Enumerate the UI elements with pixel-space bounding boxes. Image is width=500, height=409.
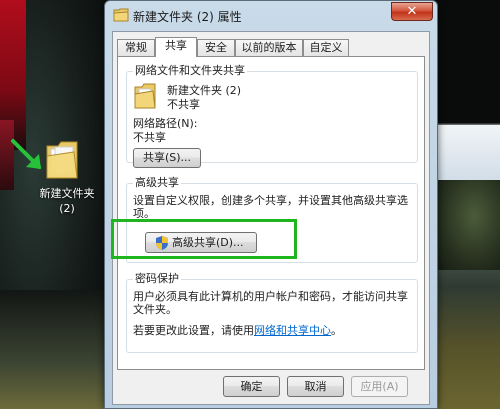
desktop-folder-suffix: (2) <box>59 202 75 215</box>
wallpaper-tree <box>436 180 500 270</box>
password-protection-group: 密码保护 用户必须具有此计算机的用户帐户和密码，才能访问共享 文件夹。 若要更改… <box>126 272 418 353</box>
green-arrow-icon <box>11 139 41 169</box>
close-button[interactable]: ✕ <box>391 2 433 21</box>
apply-button[interactable]: 应用(A) <box>351 376 408 397</box>
tab-security[interactable]: 安全 <box>197 39 235 56</box>
network-sharing-group: 网络文件和文件夹共享 新建文件夹 (2) 不共享 网络路径(N): 不共享 共享… <box>126 64 418 168</box>
network-path-label: 网络路径(N): <box>133 117 198 130</box>
tab-previous-versions[interactable]: 以前的版本 <box>235 39 303 56</box>
title-bar[interactable]: 新建文件夹 (2) 属性 ✕ <box>105 1 437 29</box>
advanced-sharing-title: 高级共享 <box>133 176 181 190</box>
properties-dialog: 新建文件夹 (2) 属性 ✕ 常规 共享 安全 以前的版本 自定义 网络文件和文… <box>104 0 438 409</box>
network-path-value: 不共享 <box>133 131 166 144</box>
network-sharing-title: 网络文件和文件夹共享 <box>133 64 247 78</box>
desktop-folder-label[interactable]: 新建文件夹 (2) <box>34 186 100 216</box>
shared-folder-icon <box>134 83 156 109</box>
desktop-folder-name: 新建文件夹 <box>39 187 95 200</box>
ok-button[interactable]: 确定 <box>223 376 280 397</box>
dialog-client-area: 常规 共享 安全 以前的版本 自定义 网络文件和文件夹共享 新建文件夹 (2) … <box>112 31 430 405</box>
share-button[interactable]: 共享(S)... <box>133 148 201 168</box>
window-title: 新建文件夹 (2) 属性 <box>133 10 242 24</box>
folder-icon <box>113 8 129 22</box>
tab-sharing[interactable]: 共享 <box>155 37 197 57</box>
highlight-annotation-box <box>111 219 297 259</box>
change-setting-prefix: 若要更改此设置，请使用 <box>133 324 254 337</box>
wallpaper-ground <box>0 290 110 409</box>
sharing-tab-page: 网络文件和文件夹共享 新建文件夹 (2) 不共享 网络路径(N): 不共享 共享… <box>117 56 425 370</box>
password-protection-line2: 文件夹。 <box>133 303 177 316</box>
cancel-button[interactable]: 取消 <box>287 376 344 397</box>
password-protection-title: 密码保护 <box>133 272 181 286</box>
password-protection-line1: 用户必须具有此计算机的用户帐户和密码，才能访问共享 <box>133 290 408 303</box>
shared-folder-name: 新建文件夹 (2) <box>167 84 242 97</box>
desktop-folder-icon[interactable] <box>44 138 80 182</box>
shared-folder-status: 不共享 <box>167 98 200 111</box>
tab-customize[interactable]: 自定义 <box>303 39 349 56</box>
network-sharing-center-link[interactable]: 网络和共享中心 <box>254 324 331 337</box>
tab-general[interactable]: 常规 <box>117 39 155 56</box>
change-setting-suffix: 。 <box>331 324 342 337</box>
advanced-sharing-description-line1: 设置自定义权限，创建多个共享，并设置其他高级共享选 <box>133 194 408 207</box>
password-protection-change-text: 若要更改此设置，请使用网络和共享中心。 <box>133 324 342 338</box>
